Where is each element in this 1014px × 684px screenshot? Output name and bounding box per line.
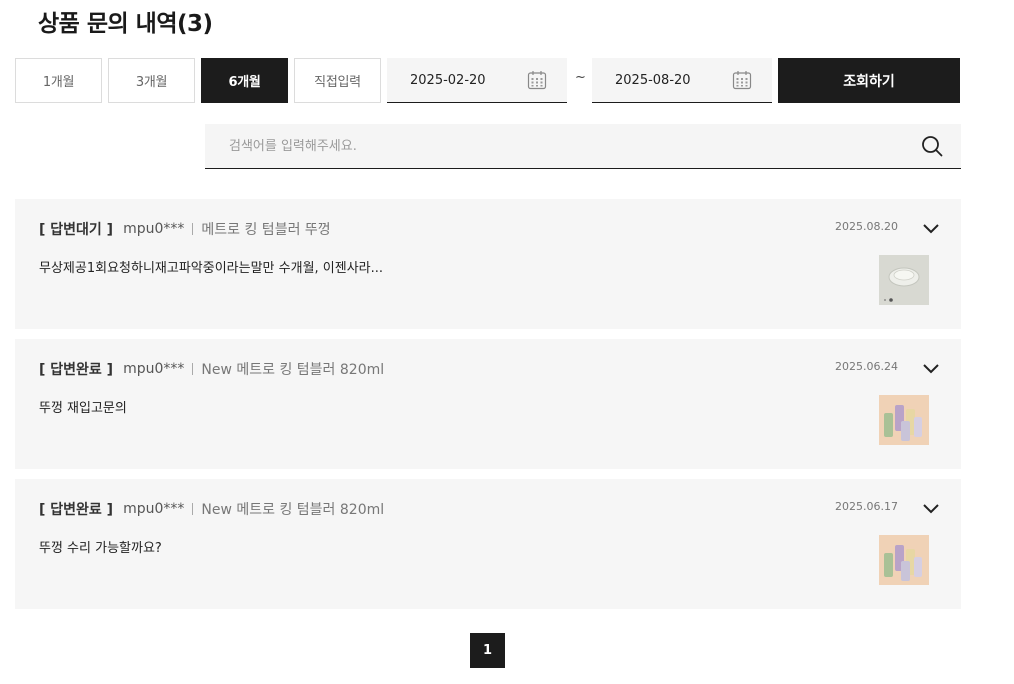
- tumbler-set-thumbnail: [879, 535, 929, 585]
- inquiry-item[interactable]: [ 답변대기 ] mpu0*** 메트로 킹 텀블러 뚜껑 2025.08.20…: [15, 199, 961, 329]
- answer-status: [ 답변완료 ]: [39, 362, 114, 378]
- inquiry-item[interactable]: [ 답변완료 ] mpu0*** New 메트로 킹 텀블러 820ml 202…: [15, 479, 961, 609]
- divider: [192, 223, 194, 235]
- calendar-icon[interactable]: [527, 70, 547, 90]
- tumbler-set-thumbnail: [879, 395, 929, 445]
- inquiry-content: 뚜껑 수리 가능할까요?: [39, 541, 162, 556]
- inquiry-content: 무상제공1회요청하니재고파악중이라는말만 수개월, 이젠사라...: [39, 261, 384, 276]
- chevron-down-icon[interactable]: [921, 358, 941, 378]
- date-range-separator: ~: [575, 70, 586, 85]
- chevron-down-icon[interactable]: [921, 498, 941, 518]
- search-bar: [205, 124, 961, 169]
- end-date-value: 2025-08-20: [615, 72, 691, 88]
- inquiry-date: 2025.06.17: [835, 500, 898, 513]
- inquiry-header: [ 답변대기 ] mpu0*** 메트로 킹 텀블러 뚜껑: [39, 219, 331, 239]
- start-date-field[interactable]: 2025-02-20: [387, 58, 567, 103]
- inquiry-header: [ 답변완료 ] mpu0*** New 메트로 킹 텀블러 820ml: [39, 359, 384, 379]
- answer-status: [ 답변완료 ]: [39, 502, 114, 518]
- writer-id: mpu0***: [123, 361, 185, 377]
- inquiry-header: [ 답변완료 ] mpu0*** New 메트로 킹 텀블러 820ml: [39, 499, 384, 519]
- writer-id: mpu0***: [123, 221, 185, 237]
- period-6-month-button[interactable]: 6개월: [201, 58, 288, 103]
- inquiry-item[interactable]: [ 답변완료 ] mpu0*** New 메트로 킹 텀블러 820ml 202…: [15, 339, 961, 469]
- chevron-down-icon[interactable]: [921, 218, 941, 238]
- page-title: 상품 문의 내역(3): [38, 11, 213, 37]
- product-name: New 메트로 킹 텀블러 820ml: [201, 362, 385, 378]
- tumbler-lid-thumbnail: [879, 255, 929, 305]
- period-custom-button[interactable]: 직접입력: [294, 58, 381, 103]
- calendar-icon[interactable]: [732, 70, 752, 90]
- inquiry-date: 2025.06.24: [835, 360, 898, 373]
- period-1-month-button[interactable]: 1개월: [15, 58, 102, 103]
- product-name: 메트로 킹 텀블러 뚜껑: [201, 222, 331, 238]
- inquiry-date: 2025.08.20: [835, 220, 898, 233]
- writer-id: mpu0***: [123, 501, 185, 517]
- divider: [192, 503, 194, 515]
- search-input[interactable]: [205, 124, 905, 168]
- inquiry-content: 뚜껑 재입고문의: [39, 401, 127, 416]
- divider: [192, 363, 194, 375]
- search-icon[interactable]: [921, 135, 943, 157]
- page-number-button[interactable]: 1: [470, 633, 505, 668]
- search-submit-button[interactable]: 조회하기: [778, 58, 960, 103]
- period-3-month-button[interactable]: 3개월: [108, 58, 195, 103]
- start-date-value: 2025-02-20: [410, 72, 486, 88]
- product-name: New 메트로 킹 텀블러 820ml: [201, 502, 385, 518]
- answer-status: [ 답변대기 ]: [39, 222, 114, 238]
- end-date-field[interactable]: 2025-08-20: [592, 58, 772, 103]
